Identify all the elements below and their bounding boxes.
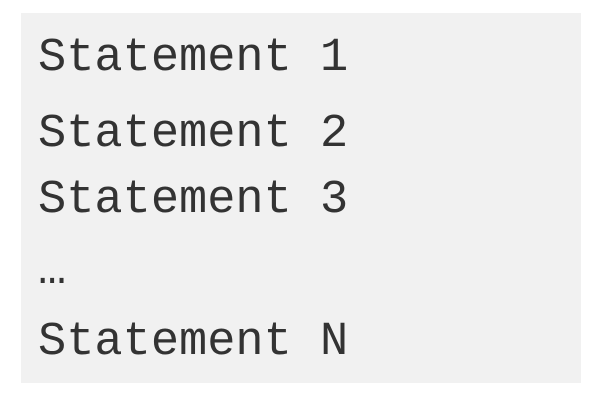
code-ellipsis: … (38, 245, 67, 298)
code-line: Statement N (38, 316, 349, 369)
code-line: Statement 2 (38, 108, 349, 161)
code-block: Statement 1 Statement 2 Statement 3 … St… (21, 13, 581, 383)
code-line: Statement 1 (38, 32, 349, 85)
code-line: Statement 3 (38, 174, 349, 227)
